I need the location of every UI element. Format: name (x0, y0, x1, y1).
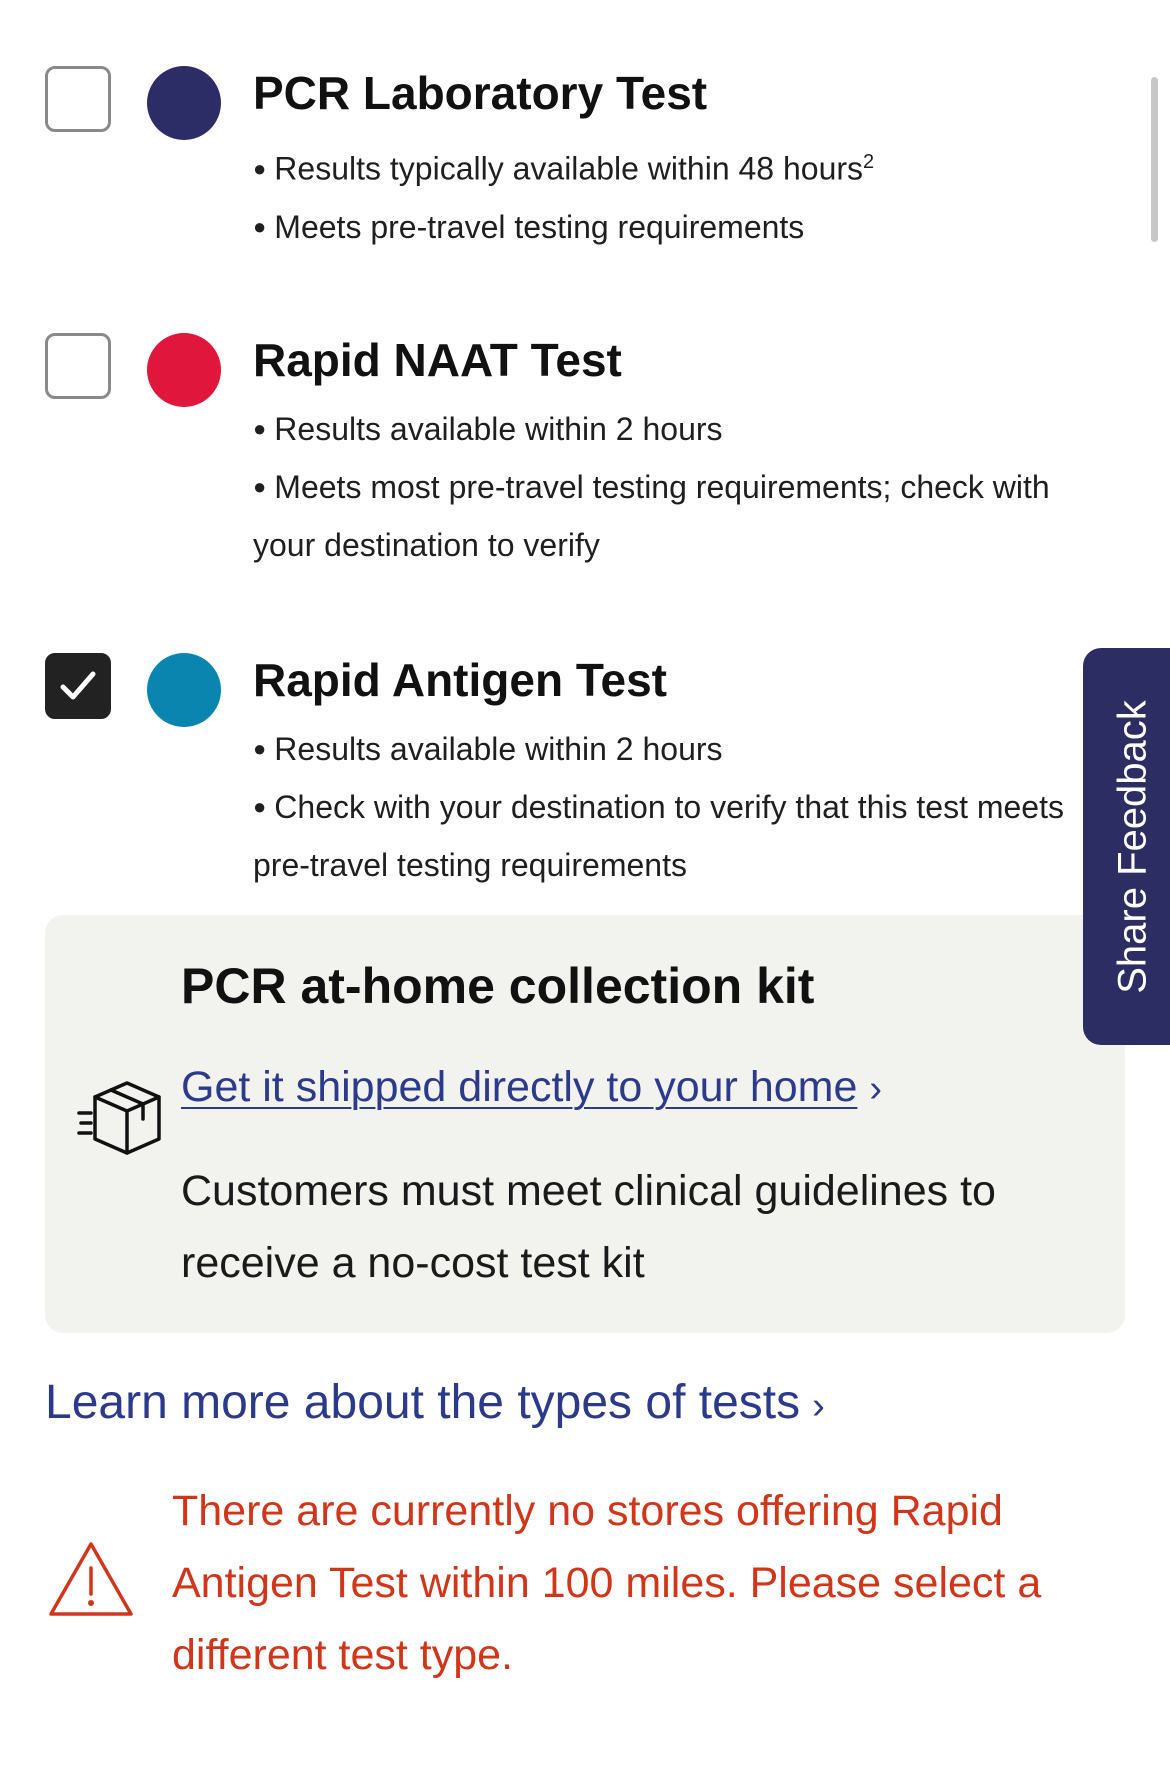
color-dot-antigen (147, 653, 221, 727)
color-dot-pcr (147, 66, 221, 140)
package-box-icon (77, 1077, 163, 1162)
bullet-item: Check with your destination to verify th… (253, 780, 1103, 892)
checkbox-pcr[interactable] (45, 66, 111, 132)
scrollbar-thumb[interactable] (1151, 77, 1158, 242)
pcr-home-kit-card: PCR at-home collection kit Get it shippe… (45, 915, 1125, 1333)
option-title-pcr: PCR Laboratory Test (253, 67, 708, 119)
option-bullets-antigen: Results available within 2 hours Check w… (253, 722, 1103, 892)
bullet-item: Results available within 2 hours (253, 402, 1103, 460)
learn-more-tests-link[interactable]: Learn more about the types of tests › (45, 1375, 825, 1430)
share-feedback-tab[interactable]: Share Feedback (1083, 648, 1170, 1045)
option-title-antigen: Rapid Antigen Test (253, 654, 667, 706)
no-stores-warning: There are currently no stores offering R… (172, 1487, 1042, 1679)
checkbox-naat[interactable] (45, 333, 111, 399)
bullet-item: Meets pre-travel testing requirements (253, 200, 1103, 258)
option-bullets-naat: Results available within 2 hours Meets m… (253, 402, 1103, 572)
option-title-naat: Rapid NAAT Test (253, 334, 622, 386)
chevron-right-icon: › (869, 1068, 883, 1110)
bullet-item: Results available within 2 hours (253, 722, 1103, 780)
ship-to-home-link[interactable]: Get it shipped directly to your home › (181, 1063, 882, 1112)
test-option-antigen[interactable]: Rapid Antigen Test Results available wit… (0, 620, 1170, 910)
test-option-pcr[interactable]: PCR Laboratory Test Results typically av… (0, 0, 1170, 290)
warning-triangle-icon (48, 1540, 134, 1623)
bullet-item: Meets most pre-travel testing requiremen… (253, 460, 1103, 572)
checkbox-antigen[interactable] (45, 653, 111, 719)
kit-title: PCR at-home collection kit (181, 958, 815, 1014)
color-dot-naat (147, 333, 221, 407)
checkmark-icon (60, 671, 96, 700)
option-bullets-pcr: Results typically available within 48 ho… (253, 135, 1103, 258)
kit-eligibility-note: Customers must meet clinical guidelines … (181, 1167, 996, 1287)
share-feedback-label: Share Feedback (1110, 699, 1155, 994)
bullet-item: Results typically available within 48 ho… (253, 135, 1103, 200)
chevron-right-icon: › (812, 1385, 825, 1427)
test-option-naat[interactable]: Rapid NAAT Test Results available within… (0, 300, 1170, 600)
